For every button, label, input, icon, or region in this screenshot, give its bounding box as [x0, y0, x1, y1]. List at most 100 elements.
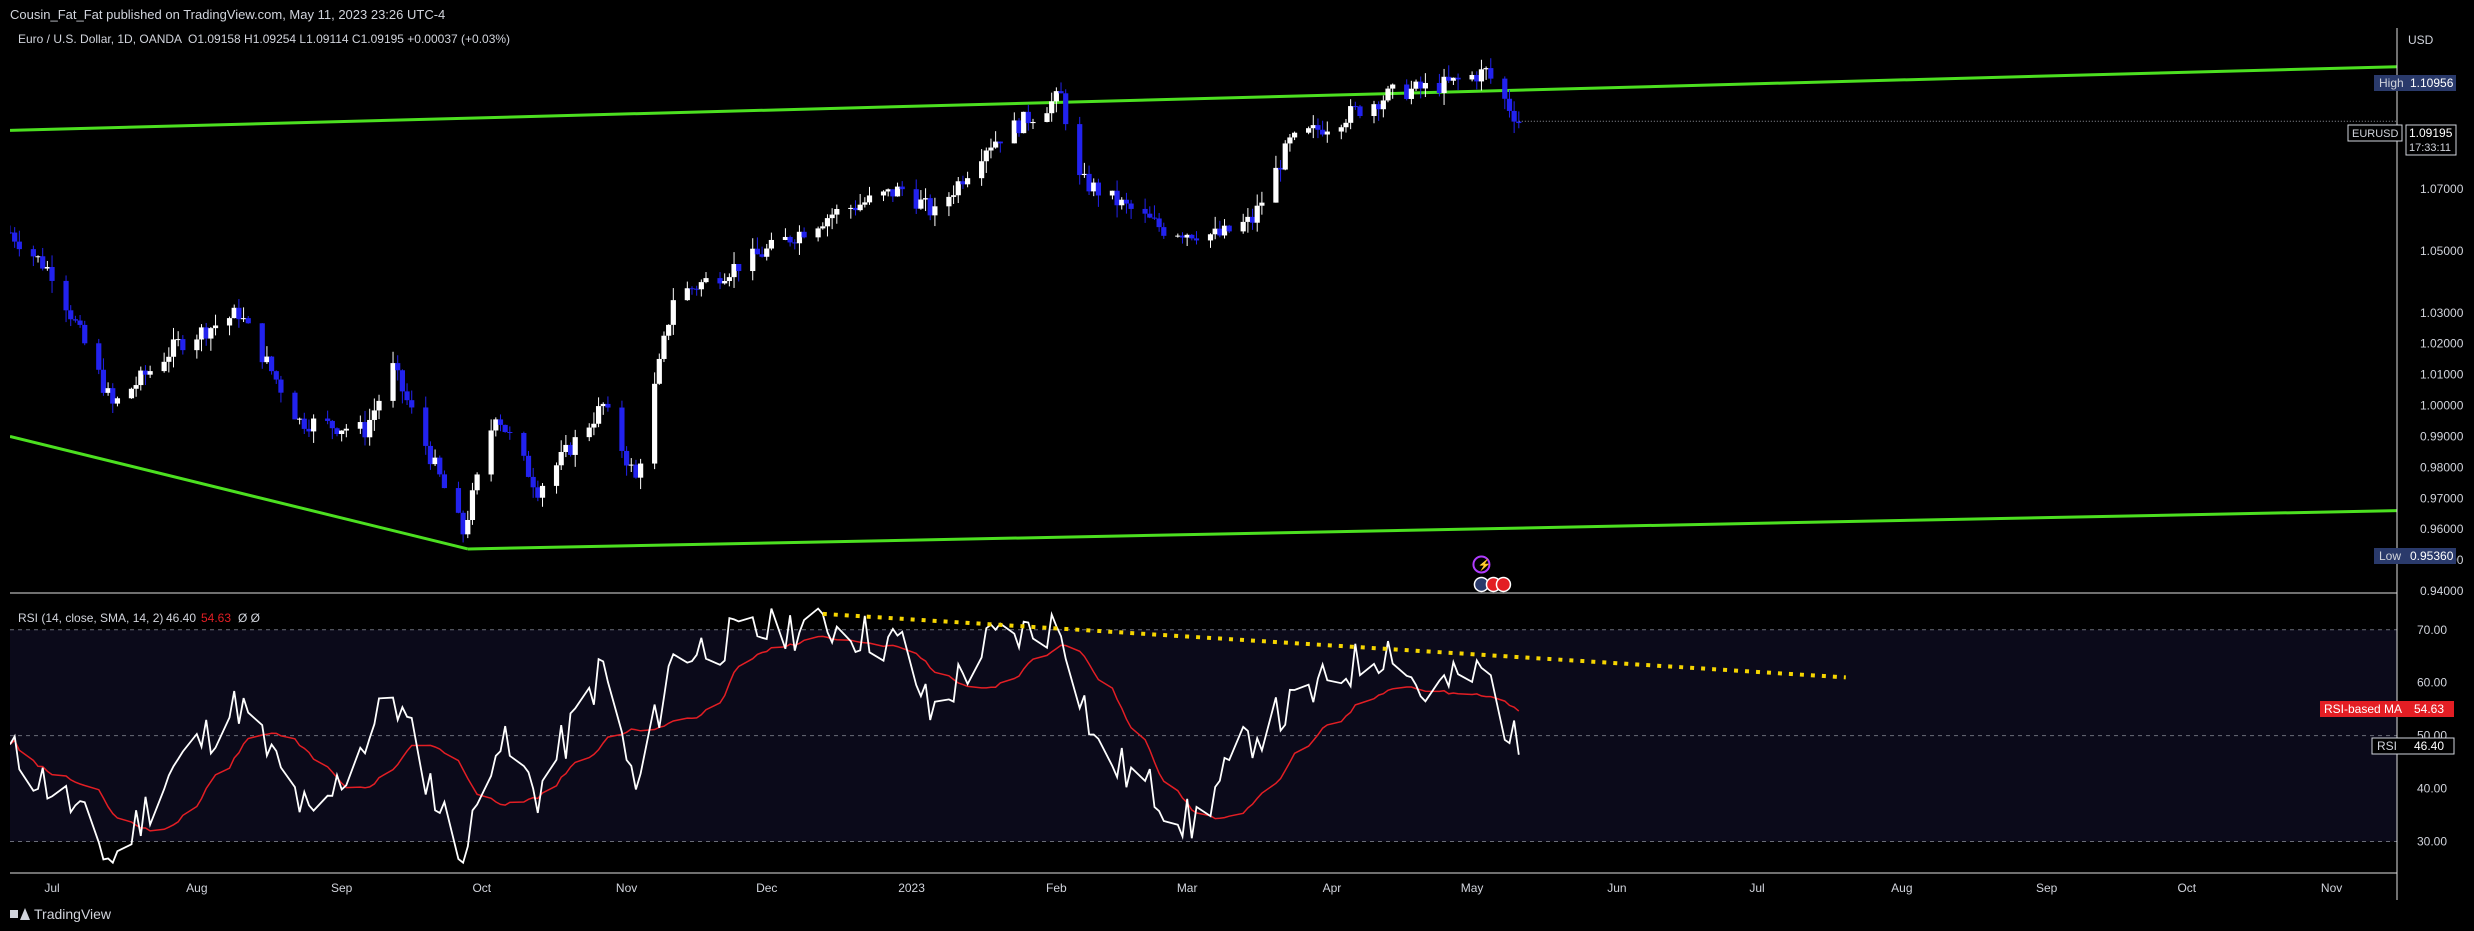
time-axis-label: Aug [1891, 881, 1912, 895]
candle-body [1025, 111, 1031, 124]
candle-body [1077, 124, 1083, 176]
candle-body [427, 445, 434, 465]
candle-body [465, 519, 471, 535]
candle-body [1478, 69, 1485, 82]
candle-body [493, 419, 499, 431]
time-axis-label: Mar [1177, 881, 1198, 895]
candle-body [240, 318, 247, 320]
candle-body [539, 485, 546, 498]
candle-body [922, 198, 929, 200]
candle-body [563, 444, 569, 452]
candle-body [1418, 81, 1424, 89]
candle-body [670, 300, 676, 325]
candle-body [1413, 81, 1419, 89]
candle-body [334, 428, 340, 435]
high-label: High [2379, 76, 2404, 90]
candle-body [1259, 202, 1265, 206]
candle-body [226, 318, 233, 326]
candle-body [1422, 82, 1428, 89]
candle-body [764, 248, 770, 257]
candle-body [35, 256, 41, 258]
candle-body [212, 325, 219, 329]
candle-body [521, 432, 527, 456]
candle-body [166, 356, 172, 362]
candle-body [100, 369, 107, 393]
candle-body [656, 358, 662, 384]
candle-body [1119, 199, 1125, 206]
candle-body [170, 339, 177, 357]
candle-body [960, 181, 966, 185]
candle-body [731, 264, 737, 278]
symbol-legend: Euro / U.S. Dollar, 1D, OANDA [18, 32, 182, 46]
candle-body [362, 422, 368, 438]
low-value: 0.95360 [2410, 549, 2454, 563]
event-markers[interactable]: ⚡ [1472, 555, 1512, 593]
candle-body [12, 232, 18, 242]
candle-body [913, 189, 919, 209]
candle-body [1175, 235, 1181, 237]
candle-body [460, 512, 466, 535]
candle-body [1128, 203, 1134, 209]
candle-body [432, 457, 438, 465]
countdown: 17:33:11 [2409, 142, 2451, 154]
candle-body [894, 186, 901, 197]
candle-body [535, 487, 541, 498]
candle-body [950, 195, 957, 197]
candle-body [1081, 173, 1087, 176]
candle-body [110, 388, 116, 404]
brand[interactable]: TradingView [10, 906, 111, 922]
candle-body [301, 418, 307, 429]
chart-svg[interactable]: ⚡ 1.07000 1.05000 1.03000 1.02000 1.01000 1.0… [7, 28, 2464, 902]
price-tick-label: 1.00000 [2420, 399, 2464, 413]
rsi-legend-value: 46.40 [166, 611, 196, 625]
candle-body [1441, 76, 1447, 94]
candle-body [698, 282, 704, 290]
time-axis-label: Jun [1607, 881, 1626, 895]
candle-body [1306, 128, 1312, 133]
brand-name: TradingView [34, 906, 112, 922]
candle-body [68, 310, 74, 320]
time-axis-label: 2023 [898, 881, 925, 895]
published-bar: Cousin_Fat_Fat published on TradingView.… [0, 0, 2474, 28]
candle-body [1291, 132, 1298, 138]
candle-body [628, 464, 634, 466]
candle-body [343, 428, 349, 431]
candle-body [437, 457, 443, 475]
rsi-legend-ma: 54.63 [201, 611, 231, 625]
candle-body [591, 423, 597, 428]
time-axis-label: Nov [616, 881, 637, 895]
candle-body [273, 371, 279, 380]
candle-body [1338, 127, 1344, 132]
tradingview-logo-icon [10, 908, 30, 920]
candle-body [1371, 104, 1377, 116]
lightning-glyph-icon: ⚡ [1477, 558, 1491, 571]
candle-body [834, 209, 840, 215]
time-axis-label: Feb [1046, 881, 1067, 895]
candle-body [1282, 143, 1288, 170]
candle-body [1469, 74, 1475, 80]
trendline [9, 434, 469, 551]
last-price: 1.09195 [2409, 126, 2453, 140]
candle-body [488, 430, 494, 475]
candle-body [1483, 68, 1489, 70]
price-trendlines[interactable] [9, 65, 2398, 551]
candle-body [792, 242, 798, 244]
candle-body [1016, 120, 1022, 134]
price-tick-label: 1.05000 [2420, 244, 2464, 258]
candle-body [1315, 125, 1321, 130]
chart-frame[interactable]: ⚡ 1.07000 1.05000 1.03000 1.02000 1.01000 1.0… [7, 28, 2464, 902]
candle-body [1184, 234, 1190, 238]
candle-body [1245, 216, 1251, 222]
rsi-ma-badge-label: RSI-based MA [2324, 702, 2402, 716]
rsi-legend-label: RSI (14, close, SMA, 14, 2) [18, 611, 163, 625]
candle-body [689, 288, 695, 290]
candle-body [306, 428, 312, 432]
candle-body [815, 228, 821, 238]
price-tick-label: 1.03000 [2420, 306, 2464, 320]
candle-body [955, 181, 961, 196]
candle-body [114, 398, 121, 404]
candle-body [180, 339, 186, 351]
candle-body [40, 256, 46, 269]
candle-body [946, 196, 952, 207]
candle-body [325, 418, 331, 421]
